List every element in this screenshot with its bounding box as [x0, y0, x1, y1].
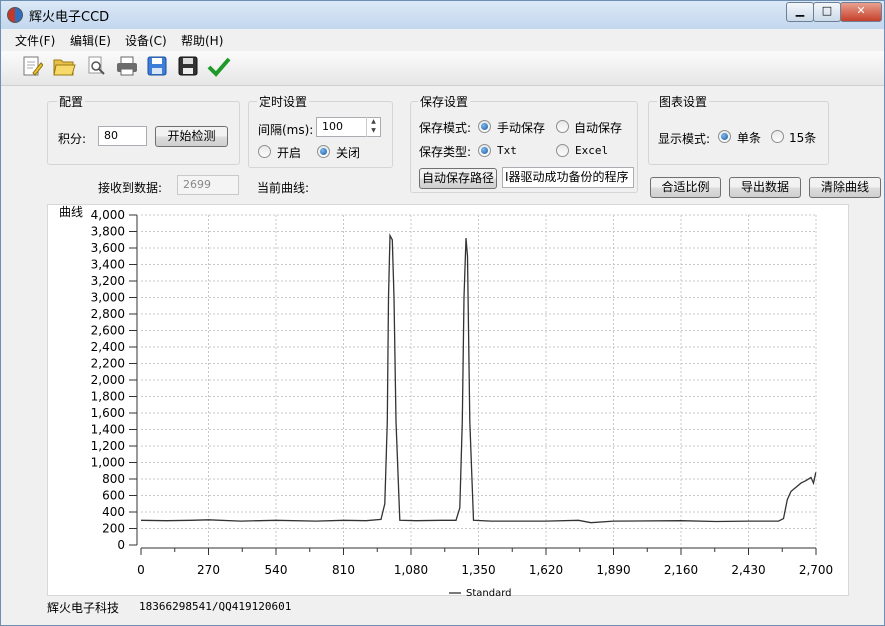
y-tick-label: 2,400	[91, 340, 125, 354]
y-tick-label: 1,200	[91, 439, 125, 453]
legend-label: Standard	[466, 588, 512, 596]
fifteen-curves-label: 15条	[789, 131, 817, 145]
excel-label: Excel	[575, 144, 609, 157]
title-bar[interactable]: 辉火电子CCD ▁ □ ✕	[1, 1, 884, 29]
txt-label: Txt	[497, 144, 517, 157]
application-window: 辉火电子CCD ▁ □ ✕ 文件(F) 编辑(E) 设备(C) 帮助(H) 配置…	[0, 0, 885, 626]
menu-edit[interactable]: 编辑(E)	[70, 32, 111, 49]
y-tick-label: 1,600	[91, 406, 125, 420]
spin-up-icon[interactable]: ▲	[367, 117, 380, 126]
print-preview-icon[interactable]	[83, 55, 109, 81]
minimize-button[interactable]: ▁	[786, 2, 814, 22]
fit-scale-button[interactable]: 合适比例	[650, 177, 721, 198]
config-group-title: 配置	[57, 93, 86, 110]
menu-help[interactable]: 帮助(H)	[181, 32, 223, 49]
fifteen-curves-radio[interactable]	[771, 130, 784, 143]
window-title: 辉火电子CCD	[29, 10, 110, 25]
company-name: 辉火电子科技	[47, 601, 120, 615]
save-as-icon[interactable]	[144, 55, 170, 81]
y-tick-label: 2,600	[91, 324, 125, 338]
x-tick-label: 2,430	[731, 563, 765, 577]
display-mode-label: 显示模式:	[658, 132, 711, 146]
clear-curve-button[interactable]: 清除曲线	[809, 177, 881, 198]
y-tick-label: 400	[102, 505, 125, 519]
timer-off-label: 关闭	[336, 146, 361, 160]
save-group-title: 保存设置	[418, 93, 471, 110]
y-tick-label: 1,400	[91, 423, 125, 437]
x-tick-label: 1,350	[461, 563, 495, 577]
menu-device[interactable]: 设备(C)	[125, 32, 167, 49]
received-data-field: 2699	[177, 175, 239, 195]
save-type-label: 保存类型:	[419, 145, 472, 159]
auto-save-path-button[interactable]: 自动保存路径	[419, 168, 497, 189]
menu-file[interactable]: 文件(F)	[15, 32, 55, 49]
close-button[interactable]: ✕	[840, 2, 882, 22]
toolbar	[1, 51, 884, 86]
x-tick-label: 1,620	[529, 563, 563, 577]
single-curve-radio[interactable]	[718, 130, 731, 143]
y-tick-label: 2,800	[91, 307, 125, 321]
timer-on-label: 开启	[277, 146, 302, 160]
single-curve-label: 单条	[737, 131, 762, 145]
x-tick-label: 2,700	[799, 563, 833, 577]
y-tick-label: 4,000	[91, 208, 125, 222]
auto-save-label: 自动保存	[574, 121, 623, 135]
txt-radio[interactable]	[478, 144, 491, 157]
y-tick-label: 200	[102, 522, 125, 536]
x-tick-label: 1,890	[596, 563, 630, 577]
maximize-button[interactable]: □	[813, 2, 841, 22]
integration-input[interactable]: 80	[98, 126, 147, 146]
x-tick-label: 540	[265, 563, 288, 577]
save-icon[interactable]	[175, 55, 201, 81]
y-tick-label: 2,000	[91, 373, 125, 387]
spin-down-icon[interactable]: ▼	[367, 126, 380, 135]
checkmark-icon[interactable]	[206, 55, 232, 81]
y-tick-label: 3,800	[91, 225, 125, 239]
interval-spinner[interactable]: ▲ ▼	[366, 117, 380, 137]
menu-bar: 文件(F) 编辑(E) 设备(C) 帮助(H)	[1, 29, 884, 51]
excel-radio[interactable]	[556, 144, 569, 157]
timer-on-radio[interactable]	[258, 145, 271, 158]
curve-chart[interactable]: 0 200 400 600 800 1,000 1,200 1,400 1,600 1,800 2,…	[47, 204, 847, 596]
y-tick-label: 0	[117, 538, 125, 552]
x-tick-label: 810	[332, 563, 355, 577]
print-icon[interactable]	[114, 55, 140, 81]
y-tick-label: 3,200	[91, 274, 125, 288]
contact-info: 18366298541/QQ419120601	[139, 600, 292, 613]
save-mode-label: 保存模式:	[419, 121, 472, 135]
y-tick-label: 2,200	[91, 357, 125, 371]
y-tick-label: 600	[102, 489, 125, 503]
y-tick-label: 3,600	[91, 241, 125, 255]
auto-save-radio[interactable]	[556, 120, 569, 133]
y-tick-label: 1,000	[91, 456, 125, 470]
manual-save-label: 手动保存	[497, 121, 546, 135]
x-tick-label: 2,160	[664, 563, 698, 577]
timer-group-title: 定时设置	[257, 93, 310, 110]
x-tick-label: 1,080	[394, 563, 428, 577]
open-folder-icon[interactable]	[51, 55, 77, 81]
export-data-button[interactable]: 导出数据	[729, 177, 801, 198]
timer-off-radio[interactable]	[317, 145, 330, 158]
start-detect-button[interactable]: 开始检测	[155, 126, 228, 147]
y-tick-label: 3,000	[91, 291, 125, 305]
y-tick-label: 800	[102, 472, 125, 486]
y-tick-label: 3,400	[91, 258, 125, 272]
integration-label: 积分:	[58, 132, 87, 146]
app-icon	[7, 7, 23, 23]
chart-settings-title: 图表设置	[657, 93, 710, 110]
chart-title: 曲线	[59, 205, 83, 219]
current-curve-label: 当前曲线:	[257, 181, 310, 195]
received-data-label: 接收到数据:	[98, 181, 163, 195]
interval-label: 间隔(ms):	[258, 123, 314, 137]
y-tick-label: 1,800	[91, 390, 125, 404]
new-document-icon[interactable]	[19, 55, 45, 81]
manual-save-radio[interactable]	[478, 120, 491, 133]
x-tick-label: 270	[197, 563, 220, 577]
save-path-field[interactable]: I器驱动成功备份的程序	[502, 167, 634, 188]
x-tick-label: 0	[137, 563, 145, 577]
